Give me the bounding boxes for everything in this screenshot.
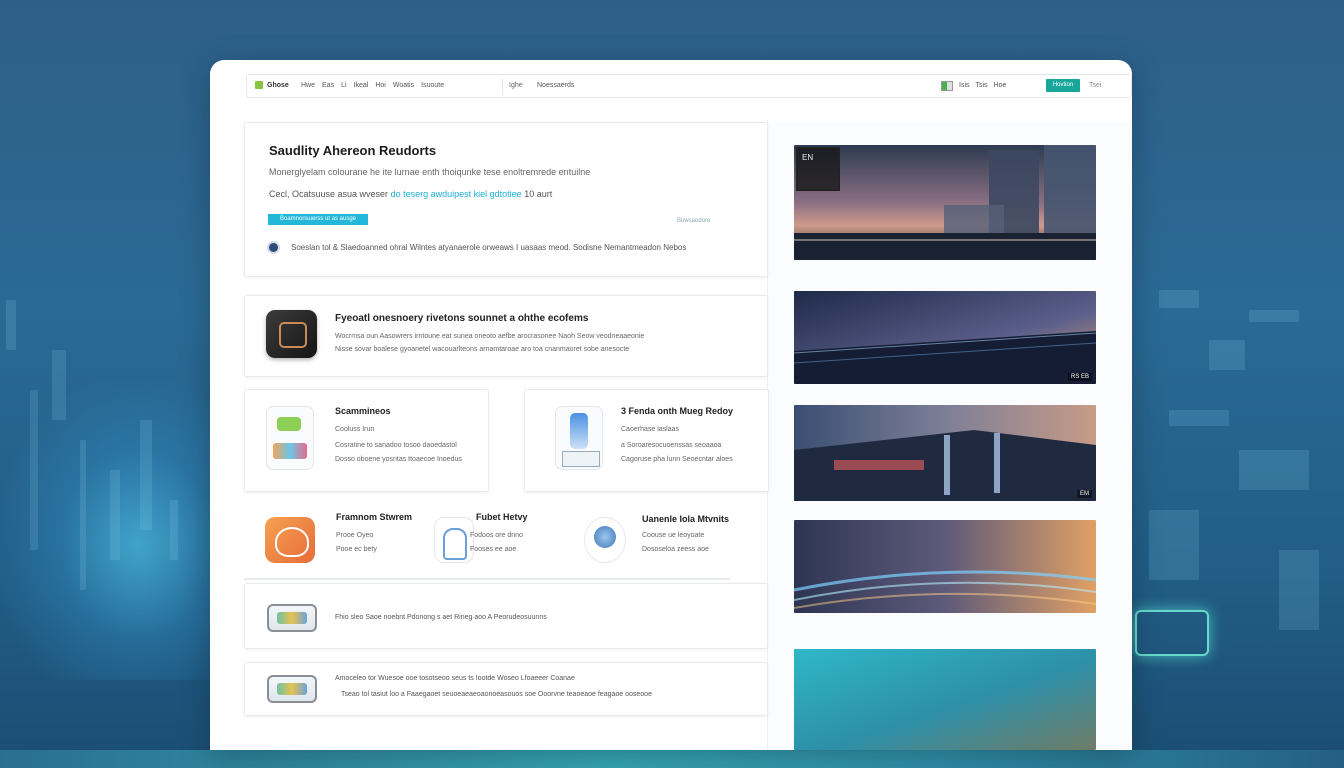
hero-meta: Buwsaodore <box>677 218 711 224</box>
half-card-title: 3 Fenda onth Mueg Redoy <box>621 406 734 416</box>
thumbnail-image[interactable]: EN <box>794 145 1096 260</box>
feature-title: Fyeoatl onesnoery rivetons sounnet a oht… <box>335 313 589 324</box>
background-bottom-bar <box>0 750 1344 768</box>
list-item-text: Amoceleo tor Wuesoe ooe tosotseoo seus t… <box>335 675 575 682</box>
feature-title: Uanenle Iola Mtvnits <box>642 514 730 524</box>
feature-text: Wocrmsa oun Aasowrers irntoune eat sunea… <box>335 333 645 340</box>
thumbnail-label: RS EB <box>1067 373 1092 381</box>
globe-icon[interactable] <box>584 517 626 563</box>
half-card-text: Cagoruse pha lunn Seoecntar aloes <box>621 456 733 463</box>
list-item[interactable]: Fhio sleo Saoe noebnt Pdonong s aet Rine… <box>244 583 768 649</box>
thumbnail-image[interactable] <box>794 649 1096 750</box>
cta-button[interactable]: Hovtion <box>1046 79 1080 92</box>
language-selector[interactable]: Tsei <box>1089 82 1101 89</box>
feature-card[interactable]: Fyeoatl onesnoery rivetons sounnet a oht… <box>244 295 768 377</box>
shield-icon[interactable] <box>434 517 474 563</box>
hero-subtitle: Monerglyelam colourane he ite lurnae ent… <box>269 167 591 177</box>
nav-divider <box>502 79 503 95</box>
app-icon <box>266 406 314 470</box>
feature-text: Dososeloa zeess aoe <box>642 546 709 553</box>
thumbnail-label: EM <box>1077 490 1092 498</box>
feature-text: Fodoos ore dnno <box>470 532 523 539</box>
page-title: Saudlity Ahereon Reudorts <box>269 143 437 158</box>
thumbnail-image[interactable]: RS EB <box>794 291 1096 384</box>
user-avatar-icon <box>267 241 280 254</box>
bridge-image <box>794 405 1096 501</box>
list-item[interactable]: Amoceleo tor Wuesoe ooe tosotseoo seus t… <box>244 662 768 716</box>
breadcrumb-current[interactable]: Noessaerds <box>537 82 574 89</box>
nav-item[interactable]: Ikeal <box>354 82 369 89</box>
list-item-text: Tseao tol tasiut loo a Faaegaoet seuoeae… <box>341 691 652 698</box>
feature-title: Framnom Stwrem <box>336 512 413 522</box>
flag-icon[interactable] <box>941 81 953 91</box>
hero-tagline-suffix: 10 aurt <box>524 189 553 199</box>
half-card-right[interactable]: 3 Fenda onth Mueg Redoy Caoerhase iaslaa… <box>524 389 769 492</box>
city-night-image <box>794 291 1096 384</box>
chat-icon[interactable] <box>265 517 315 563</box>
nav-item[interactable]: Woatis <box>393 82 414 89</box>
feature-text: Coouse ue leoyoate <box>642 532 705 539</box>
half-card-text: Cosratine to sanadoo tosoo daoedastol <box>335 442 457 449</box>
background-glow-frame <box>1135 610 1209 656</box>
background-data-bars-left <box>0 270 210 670</box>
section-divider <box>244 578 730 580</box>
utility-link[interactable]: Isis <box>959 82 970 89</box>
feature-triple-row: Framnom Stwrem Prooe Oyeo Pooe ec bety F… <box>244 500 768 580</box>
list-item-text: Fhio sleo Saoe noebnt Pdonong s aet Rine… <box>335 614 547 621</box>
nav-item[interactable]: Eas <box>322 82 334 89</box>
brand-name[interactable]: Ghose <box>267 82 289 89</box>
half-card-title: Scammineos <box>335 406 391 416</box>
hero-tagline-link[interactable]: do teserg awduipest kiel gdtotiee <box>391 189 522 199</box>
utility-links: Isis Tsis Hoe <box>959 82 1006 89</box>
nav-item[interactable]: Isuoute <box>421 82 444 89</box>
document-icon <box>555 406 603 470</box>
feature-text: Nisse sovar boalese gyoanetel wacouarlte… <box>335 346 630 353</box>
half-card-text: Dosso oboene yosntas ttoaecoe Inoedus <box>335 456 462 463</box>
half-card-left[interactable]: Scammineos Cooluss Irun Cosratine to san… <box>244 389 489 492</box>
utility-link[interactable]: Tsis <box>976 82 988 89</box>
feature-text: Prooe Oyeo <box>336 532 374 539</box>
light-trails-image <box>794 520 1096 613</box>
card-icon <box>267 604 317 632</box>
top-navigation-bar: Ghose Hwe Eas Li Ikeal Hoi Woatis Isuout… <box>246 74 1132 98</box>
thumbnail-badge: EN <box>796 147 840 191</box>
half-card-text: Caoerhase iaslaas <box>621 426 679 433</box>
card-icon <box>267 675 317 703</box>
half-card-text: a Soroaresocuoenssas seoaaoa <box>621 442 722 449</box>
logo-icon[interactable] <box>255 81 263 89</box>
device-icon <box>266 310 317 358</box>
nav-item[interactable]: Li <box>341 82 346 89</box>
browser-window: Ghose Hwe Eas Li Ikeal Hoi Woatis Isuout… <box>210 60 1132 750</box>
thumbnail-image[interactable] <box>794 520 1096 613</box>
feature-title: Fubet Hetvy <box>476 512 528 522</box>
main-nav: Hwe Eas Li Ikeal Hoi Woatis Isuoute <box>301 82 444 89</box>
nav-item[interactable]: Hwe <box>301 82 315 89</box>
gradient-image <box>794 649 1096 750</box>
feature-text: Fooses ee aoe <box>470 546 517 553</box>
hero-card: Saudlity Ahereon Reudorts Monerglyelam c… <box>244 122 768 277</box>
feature-text: Pooe ec bety <box>336 546 377 553</box>
hero-tagline-prefix: Cecl, Ocatsuuse asua wveser <box>269 189 389 199</box>
hero-tag-button[interactable]: Boamnonsuerss ut as ausge <box>268 214 368 225</box>
hero-description: Soeslan tol & Slaedoanned ohral Wilntes … <box>291 243 687 252</box>
hero-tagline: Cecl, Ocatsuuse asua wveser do teserg aw… <box>269 189 552 199</box>
utility-link[interactable]: Hoe <box>994 82 1007 89</box>
nav-item[interactable]: Hoi <box>375 82 386 89</box>
thumbnail-image[interactable]: EM <box>794 405 1096 501</box>
breadcrumb[interactable]: Ighe <box>509 82 523 89</box>
half-card-text: Cooluss Irun <box>335 426 375 433</box>
